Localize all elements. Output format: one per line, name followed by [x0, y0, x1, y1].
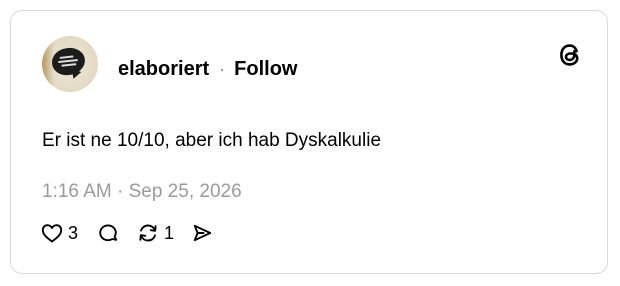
threads-logo-icon[interactable] [557, 41, 583, 69]
follow-button[interactable]: Follow [234, 58, 297, 81]
send-icon [193, 224, 212, 242]
avatar-bubble-tail [68, 68, 82, 81]
like-count: 3 [68, 222, 79, 243]
post-timestamp[interactable]: 1:16 AM · Sep 25, 2026 [42, 181, 242, 203]
header-separator: · [219, 58, 226, 79]
avatar[interactable] [42, 36, 98, 92]
action-bar: 3 1 [40, 220, 214, 246]
like-button[interactable]: 3 [40, 221, 78, 245]
repost-count: 1 [164, 222, 175, 243]
comment-bubble-icon [99, 224, 118, 242]
post-card: elaboriert · Follow Er ist ne 10/10, abe… [10, 10, 608, 274]
heart-icon [41, 224, 63, 243]
repost-button[interactable]: 1 [136, 221, 174, 245]
post-text: Er ist ne 10/10, aber ich hab Dyskalkuli… [42, 130, 382, 151]
share-button[interactable] [190, 221, 214, 245]
repost-icon [139, 224, 157, 242]
username[interactable]: elaboriert [118, 58, 209, 81]
post-header: elaboriert · Follow [118, 57, 297, 81]
reply-button[interactable] [96, 221, 120, 245]
